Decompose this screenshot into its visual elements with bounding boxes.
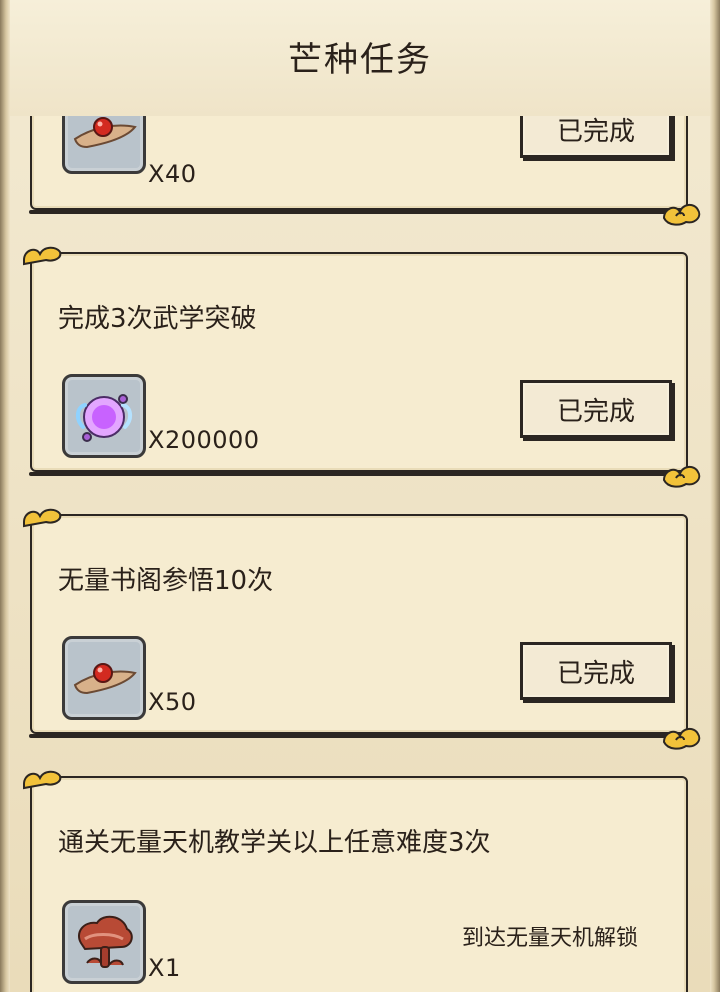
frame-border-right	[710, 0, 720, 992]
task-card: 完成3次武学突破 X200000 已完成	[23, 246, 701, 488]
reward-item[interactable]	[62, 900, 146, 984]
panel-header: 芒种任务	[10, 0, 710, 116]
page-title: 芒种任务	[288, 40, 432, 80]
completed-button[interactable]: 已完成	[520, 380, 672, 438]
cloud-swirl-icon	[23, 770, 62, 790]
reward-item[interactable]	[62, 374, 146, 458]
mushroom-icon	[78, 915, 133, 968]
reward-quantity: X50	[148, 688, 197, 716]
cloud-swirl-icon	[662, 204, 701, 226]
red-pill-on-cloth-icon	[73, 663, 137, 695]
purple-orb-icon	[76, 394, 132, 442]
task-title: 无量书阁参悟10次	[58, 566, 274, 596]
task-title: 通关无量天机教学关以上任意难度3次	[58, 828, 491, 858]
reward-item[interactable]	[62, 116, 146, 174]
task-title: 完成3次武学突破	[58, 304, 257, 334]
reward-item[interactable]	[62, 636, 146, 720]
reward-quantity: X1	[148, 954, 181, 982]
task-card: X40 已完成	[29, 116, 701, 226]
cloud-swirl-icon	[23, 246, 62, 266]
completed-button[interactable]: 已完成	[520, 116, 672, 158]
reward-quantity: X40	[148, 160, 197, 188]
task-card: 通关无量天机教学关以上任意难度3次 X1 到达无量天机解锁	[23, 770, 688, 992]
task-list[interactable]: X40 已完成 完成3次武学突破 X200000 已完成 无量书阁参悟10次 X…	[10, 116, 710, 992]
cloud-swirl-icon	[23, 508, 62, 528]
frame-border-left	[0, 0, 10, 992]
cloud-swirl-icon	[662, 466, 701, 488]
completed-button[interactable]: 已完成	[520, 642, 672, 700]
reward-quantity: X200000	[148, 426, 260, 454]
cloud-swirl-icon	[662, 728, 701, 750]
red-pill-on-cloth-icon	[73, 117, 137, 149]
task-card: 无量书阁参悟10次 X50 已完成	[23, 508, 701, 750]
unlock-requirement: 到达无量天机解锁	[462, 926, 639, 951]
